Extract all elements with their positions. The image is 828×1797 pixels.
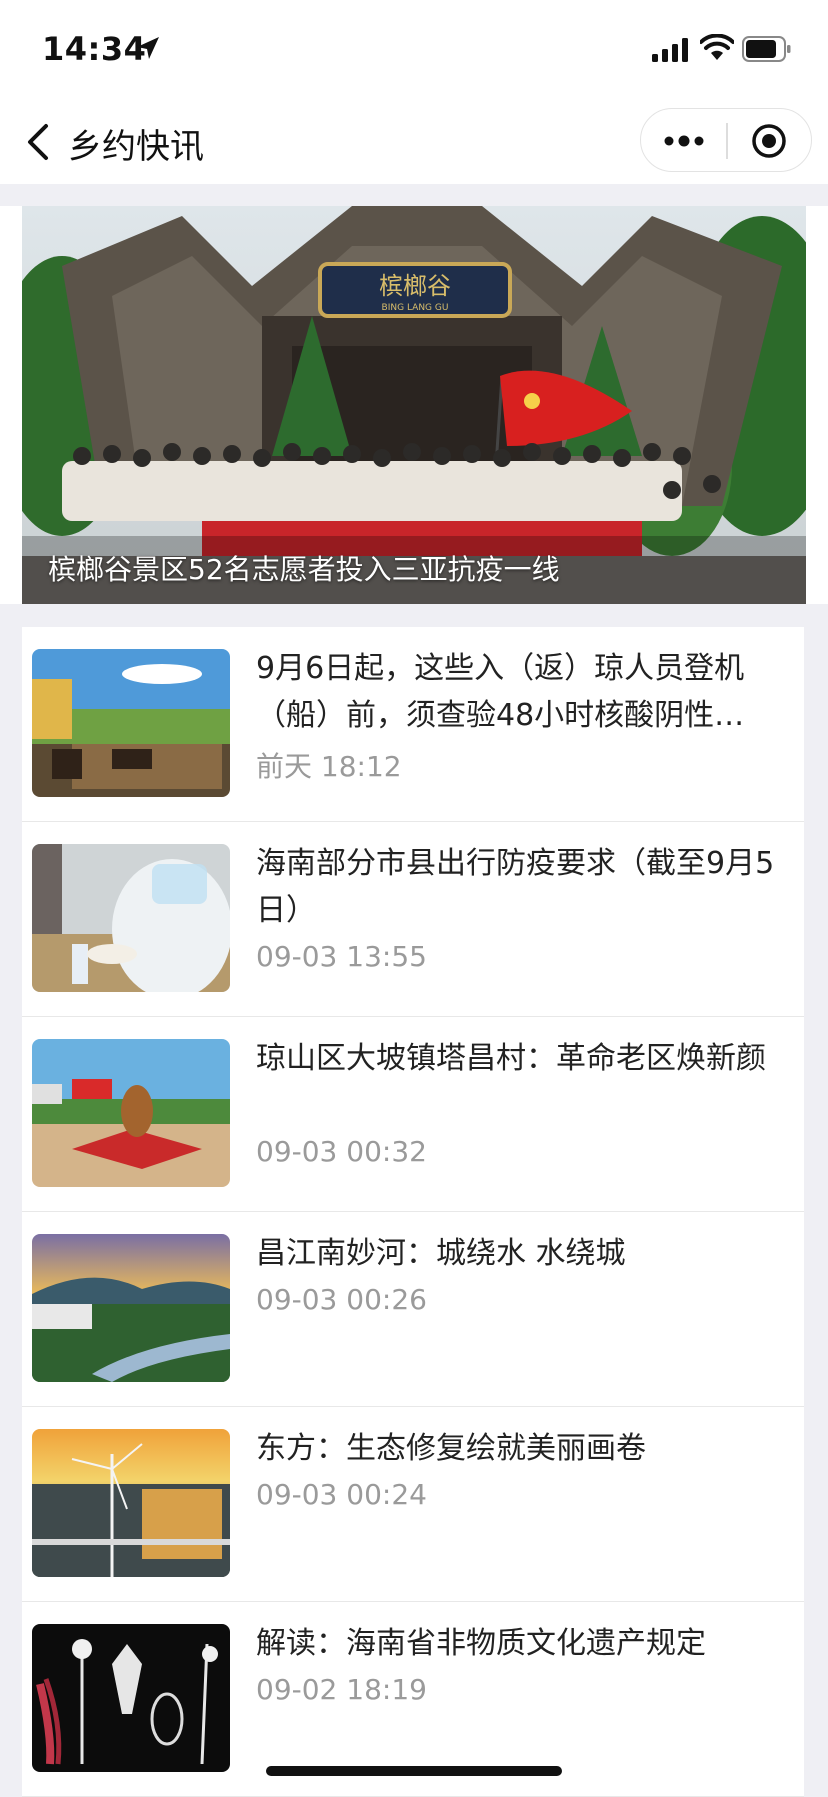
- news-time: 09-03 00:32: [256, 1135, 427, 1168]
- news-time: 09-03 00:24: [256, 1478, 427, 1511]
- news-item[interactable]: 昌江南妙河：城绕水 水绕城 09-03 00:26: [22, 1212, 804, 1407]
- banner-caption: 槟榔谷景区52名志愿者投入三亚抗疫一线: [48, 553, 560, 586]
- news-title: 昌江南妙河：城绕水 水绕城: [256, 1236, 626, 1271]
- news-item[interactable]: 海南部分市县出行防疫要求（截至9月5日） 09-03 13:55: [22, 822, 804, 1017]
- news-item[interactable]: 东方：生态修复绘就美丽画卷 09-03 00:24: [22, 1407, 804, 1602]
- nav-bar: 乡约快讯: [0, 100, 828, 184]
- news-thumbnail: [32, 844, 230, 992]
- news-thumbnail: [32, 1234, 230, 1382]
- close-miniprogram-icon[interactable]: [751, 123, 787, 159]
- status-time: 14:34: [42, 30, 147, 68]
- news-time: 09-02 18:19: [256, 1673, 427, 1706]
- news-thumbnail: [32, 649, 230, 797]
- wifi-icon: [700, 34, 734, 60]
- capsule-divider: [726, 123, 728, 159]
- cellular-signal-icon: [652, 38, 688, 62]
- banner-card[interactable]: 槟榔谷 BING LANG GU 槟榔谷景区52名志愿者投入三亚抗疫一线: [0, 206, 828, 604]
- news-title: 琼山区大坡镇塔昌村：革命老区焕新颜: [256, 1041, 766, 1076]
- news-title: 9月6日起，这些入（返）琼人员登机（船）前，须查验48小时核酸阴性…: [256, 651, 745, 733]
- news-title: 解读：海南省非物质文化遗产规定: [256, 1626, 706, 1661]
- news-thumbnail: [32, 1429, 230, 1577]
- status-bar: 14:34: [0, 0, 828, 100]
- mini-program-capsule: [640, 108, 812, 172]
- banner-sign-text: 槟榔谷: [379, 272, 451, 300]
- news-time: 09-03 00:26: [256, 1283, 427, 1316]
- banner-image[interactable]: 槟榔谷 BING LANG GU 槟榔谷景区52名志愿者投入三亚抗疫一线: [22, 206, 806, 604]
- news-thumbnail: [32, 1624, 230, 1772]
- news-title: 海南部分市县出行防疫要求（截至9月5日）: [256, 846, 775, 928]
- news-item[interactable]: 9月6日起，这些入（返）琼人员登机（船）前，须查验48小时核酸阴性… 前天 18…: [22, 627, 804, 822]
- banner-photo: 槟榔谷 BING LANG GU: [22, 206, 806, 604]
- page-title: 乡约快讯: [68, 127, 204, 167]
- more-dots-icon[interactable]: [661, 127, 707, 155]
- back-arrow-icon[interactable]: [24, 122, 52, 162]
- news-title: 东方：生态修复绘就美丽画卷: [256, 1431, 646, 1466]
- news-list: 9月6日起，这些入（返）琼人员登机（船）前，须查验48小时核酸阴性… 前天 18…: [22, 627, 804, 1797]
- news-thumbnail: [32, 1039, 230, 1187]
- news-time: 09-03 13:55: [256, 940, 427, 973]
- battery-icon: [742, 36, 791, 62]
- banner-sign-sub: BING LANG GU: [382, 303, 449, 313]
- home-indicator[interactable]: [266, 1766, 562, 1776]
- news-time: 前天 18:12: [256, 750, 402, 783]
- location-arrow-icon: [137, 37, 159, 59]
- news-item[interactable]: 琼山区大坡镇塔昌村：革命老区焕新颜 09-03 00:32: [22, 1017, 804, 1212]
